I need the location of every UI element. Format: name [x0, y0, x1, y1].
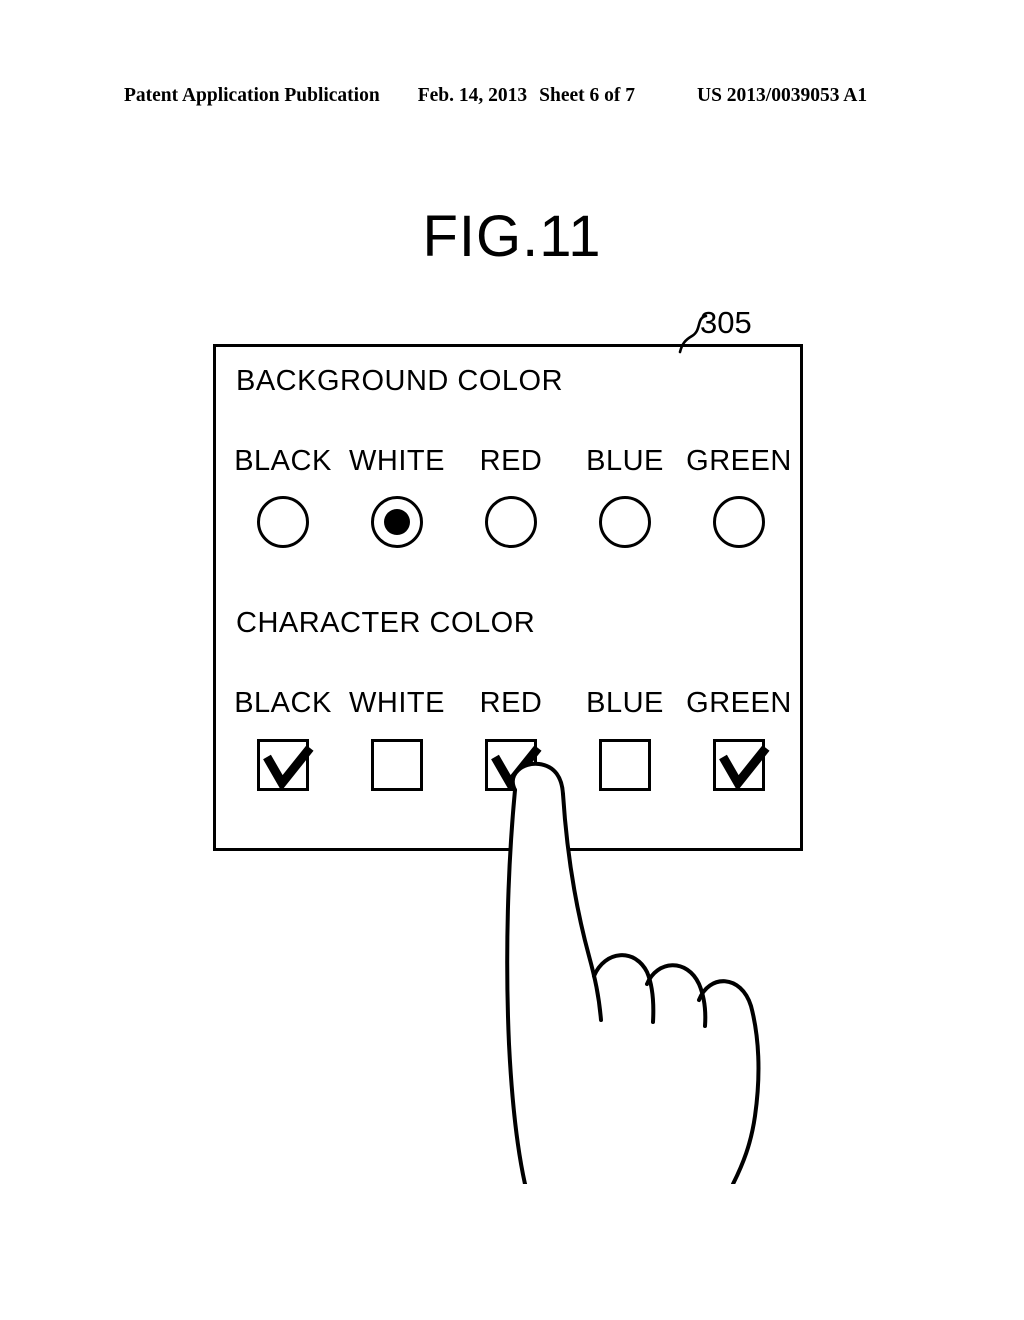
- check-mark-icon: [263, 745, 314, 791]
- radio-option-white[interactable]: WHITE: [342, 447, 452, 548]
- radio-button-blue[interactable]: [599, 496, 651, 548]
- radio-button-black[interactable]: [257, 496, 309, 548]
- radio-button-red[interactable]: [485, 496, 537, 548]
- radio-option-blue[interactable]: BLUE: [570, 447, 680, 548]
- checkbox-green[interactable]: [713, 739, 770, 791]
- background-color-heading: BACKGROUND COLOR: [236, 365, 564, 397]
- radio-button-white[interactable]: [371, 496, 423, 548]
- radio-option-red[interactable]: RED: [456, 447, 566, 548]
- background-color-options: BLACK WHITE RED BLUE GREEN: [228, 447, 794, 548]
- radio-button-green[interactable]: [713, 496, 765, 548]
- radio-label-green: GREEN: [686, 445, 792, 477]
- checkbox-option-black[interactable]: BLACK: [228, 689, 338, 791]
- figure-title: FIG.11: [422, 204, 602, 269]
- radio-selected-dot: [384, 509, 410, 535]
- checkbox-label-black: BLACK: [234, 687, 332, 719]
- sheet-number: Sheet 6 of 7: [539, 85, 635, 106]
- checkbox-option-white[interactable]: WHITE: [342, 689, 452, 791]
- check-mark-icon: [719, 745, 770, 791]
- radio-label-white: WHITE: [349, 445, 445, 477]
- checkbox-white[interactable]: [371, 739, 423, 791]
- radio-option-green[interactable]: GREEN: [684, 447, 794, 548]
- check-mark-icon: [491, 745, 542, 791]
- checkbox-label-green: GREEN: [686, 687, 792, 719]
- radio-label-blue: BLUE: [586, 445, 664, 477]
- checkbox-option-red[interactable]: RED: [456, 689, 566, 791]
- publication-date: Feb. 14, 2013: [417, 85, 528, 106]
- checkbox-blue[interactable]: [599, 739, 651, 791]
- checkbox-option-blue[interactable]: BLUE: [570, 689, 680, 791]
- checkbox-red[interactable]: [485, 739, 542, 791]
- radio-option-black[interactable]: BLACK: [228, 447, 338, 548]
- checkbox-label-white: WHITE: [349, 687, 445, 719]
- publication-number: US 2013/0039053 A1: [697, 85, 868, 106]
- checkbox-black[interactable]: [257, 739, 314, 791]
- patent-running-head: Patent Application Publication Feb. 14, …: [124, 85, 900, 107]
- character-color-heading: CHARACTER COLOR: [236, 607, 536, 639]
- character-color-options: BLACK WHITE RED BLUE GREEN: [228, 689, 794, 791]
- publication-label: Patent Application Publication: [124, 85, 380, 106]
- checkbox-label-blue: BLUE: [586, 687, 664, 719]
- checkbox-label-red: RED: [479, 687, 543, 719]
- checkbox-option-green[interactable]: GREEN: [684, 689, 794, 791]
- radio-label-black: BLACK: [234, 445, 332, 477]
- radio-label-red: RED: [479, 445, 543, 477]
- color-settings-panel: BACKGROUND COLOR BLACK WHITE RED BLUE GR…: [213, 344, 803, 851]
